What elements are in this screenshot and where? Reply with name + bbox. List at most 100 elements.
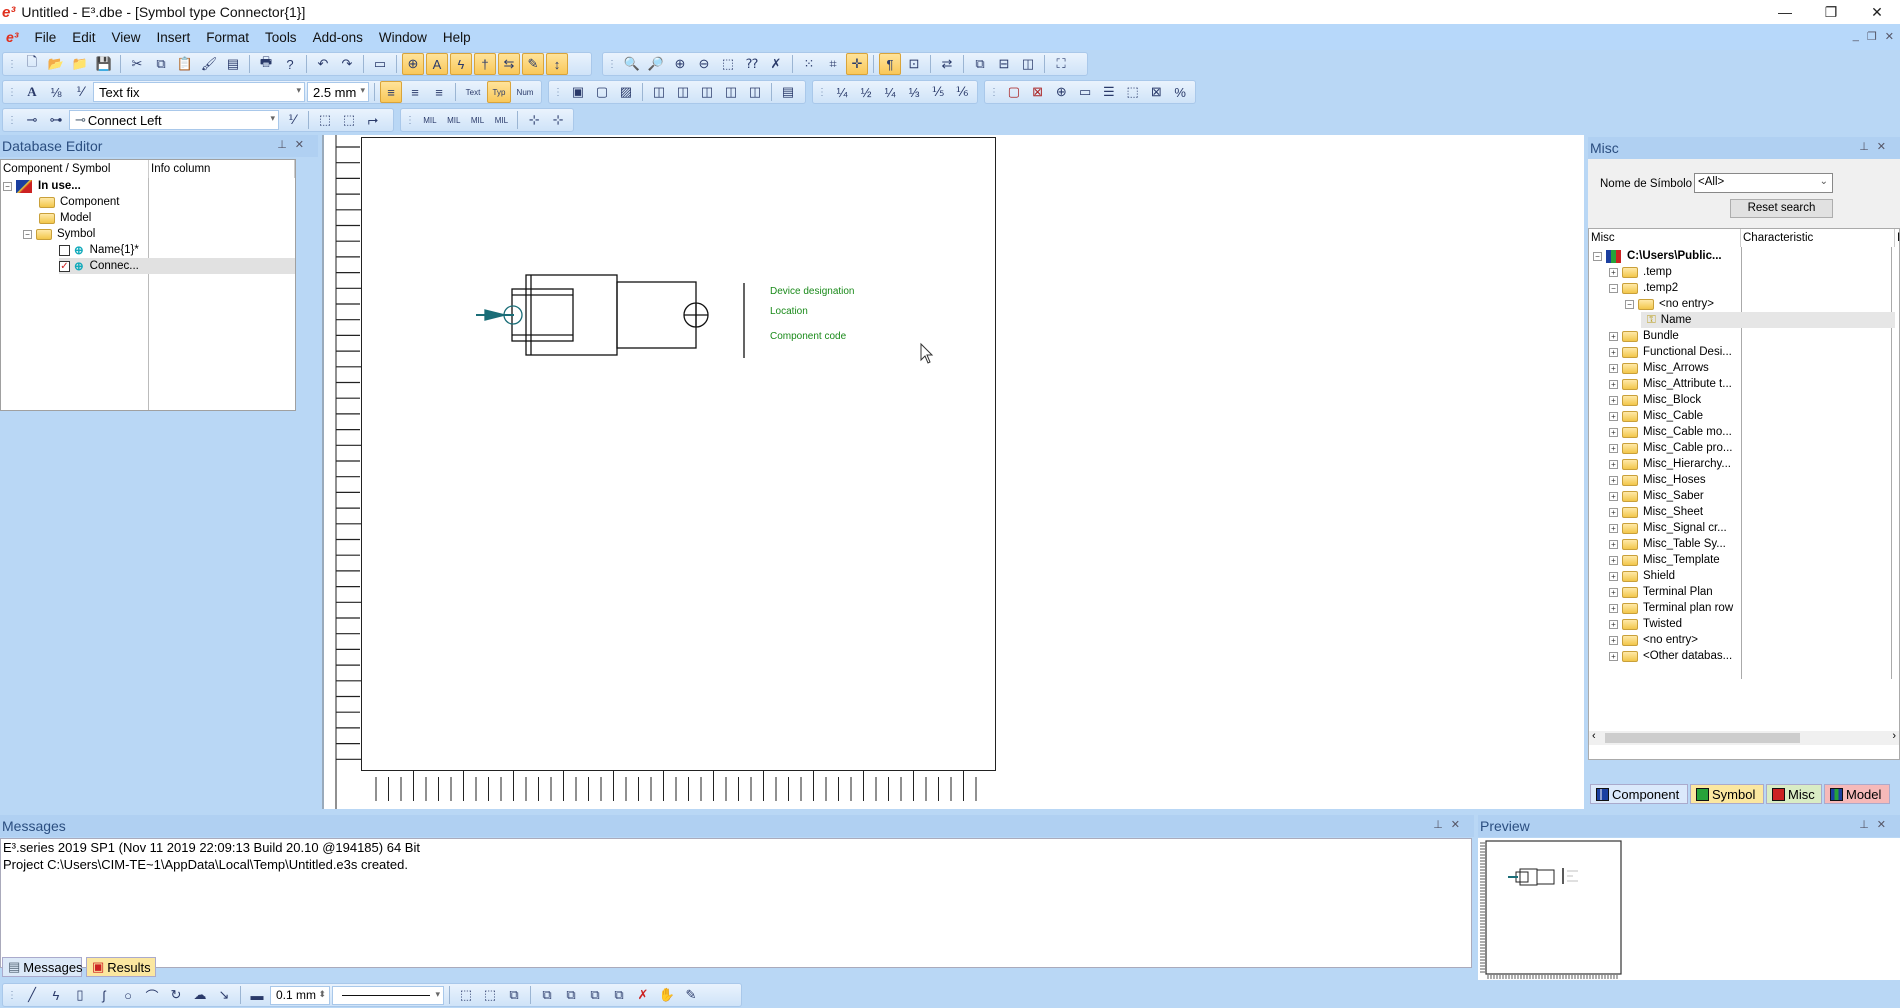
expand-icon[interactable]: + [1609,619,1618,629]
expand-icon[interactable]: + [1609,395,1618,405]
dimension-icon[interactable]: ↕ [546,53,568,75]
tree-item-component[interactable]: Component [39,194,119,210]
menu-window[interactable]: Window [371,30,435,45]
menu-file[interactable]: File [26,30,64,45]
pin-icon[interactable]: ⊸ [21,109,43,131]
tree-item[interactable]: + Misc_Table Sy... [1609,536,1726,552]
expand-icon[interactable]: + [1609,379,1618,389]
tree-item[interactable]: + Misc_Attribute t... [1609,376,1732,392]
fraction-3-icon[interactable]: ¼ [879,81,901,103]
line-style-select[interactable]: ▾ [332,985,444,1005]
tree-item[interactable]: + Misc_Cable mo... [1609,424,1732,440]
zoom-in-icon[interactable]: 🔍 [621,53,643,75]
paste-icon[interactable]: 📋 [174,53,196,75]
select-origin-icon[interactable]: ⮣ [362,109,384,131]
3d-box-5-icon[interactable]: ◫ [744,81,766,103]
curve-icon[interactable]: ʃ [93,984,115,1006]
polyline-icon[interactable]: ϟ [45,984,67,1006]
snap-icon[interactable]: ⌗ [822,53,844,75]
connector-pin-icon[interactable]: ⊕ [402,53,424,75]
tab-component[interactable]: Component [1590,784,1688,804]
tree-item-root[interactable]: − C:\Users\Public... [1593,248,1722,264]
zoom-fit-icon[interactable]: ⬚ [717,53,739,75]
restore-button[interactable]: ❐ [1808,0,1854,24]
frame-red-icon[interactable]: ▢ [1003,81,1025,103]
tree-item[interactable]: + Misc_Template [1609,552,1720,568]
window-icon[interactable]: ▭ [369,53,391,75]
lines-icon[interactable]: ☰ [1098,81,1120,103]
3d-box-1-icon[interactable]: ◫ [648,81,670,103]
tree-item[interactable]: + <no entry> [1609,632,1698,648]
send-back-icon[interactable]: ⧉ [560,984,582,1006]
tree-item[interactable]: + <Other databas... [1609,648,1732,664]
swap-icon[interactable]: ⇄ [936,53,958,75]
menu-edit[interactable]: Edit [64,30,103,45]
expand-icon[interactable]: + [1609,587,1618,597]
scroll-right-icon[interactable]: › [1892,730,1896,742]
mil-2-icon[interactable]: MIL [443,109,465,131]
symbol-sheet[interactable]: Device designation Location Component co… [361,137,996,771]
text-icon[interactable]: A [426,53,448,75]
tile-vertical-icon[interactable]: ◫ [1017,53,1039,75]
close-button[interactable]: ✕ [1854,0,1900,24]
mdi-restore-button[interactable]: ❐ [1867,30,1877,43]
align-left-icon[interactable]: ≡ [380,81,402,103]
connect-mode-select[interactable]: ⊸ Connect Left ▾ [69,110,279,130]
tree-item[interactable]: − .temp2 [1609,280,1678,296]
column-header[interactable]: Component / Symbol [1,160,149,178]
menu-addons[interactable]: Add-ons [305,30,371,45]
tree-item[interactable]: − <no entry> [1625,296,1714,312]
3d-box-3-icon[interactable]: ◫ [696,81,718,103]
tree-item[interactable]: + .temp [1609,264,1672,280]
redo-icon[interactable]: ↷ [336,53,358,75]
fraction-6-icon[interactable]: ⅙ [951,81,973,103]
menu-help[interactable]: Help [435,30,479,45]
tree-item-model[interactable]: Model [39,210,91,226]
pin-icon[interactable]: ⊥ [1433,819,1451,831]
tree-item[interactable]: + Twisted [1609,616,1682,632]
tree-item[interactable]: + Terminal plan row [1609,600,1733,616]
percent-icon[interactable]: % [1169,81,1191,103]
font-style-select[interactable]: Text fix ▾ [93,82,305,102]
column-header[interactable]: Characteristic [1741,229,1895,247]
window-frame-icon[interactable]: ▭ [1074,81,1096,103]
forward-icon[interactable]: ⧉ [584,984,606,1006]
group-icon[interactable]: ⬚ [455,984,477,1006]
tree-item[interactable]: + Misc_Arrows [1609,360,1709,376]
menu-tools[interactable]: Tools [257,30,305,45]
dashed-frame-icon[interactable]: ⬚ [1122,81,1144,103]
close-icon[interactable]: ✕ [1877,141,1894,153]
grid-icon[interactable]: ⁙ [798,53,820,75]
close-icon[interactable]: ✕ [1451,819,1468,831]
fraction-4-icon[interactable]: ⅓ [903,81,925,103]
checkbox[interactable] [59,244,70,256]
3d-box-4-icon[interactable]: ◫ [720,81,742,103]
tree-item[interactable]: ⚿ Name [1641,312,1895,328]
rectangle-icon[interactable]: ▯ [69,984,91,1006]
menu-view[interactable]: View [103,30,148,45]
collapse-icon[interactable]: − [1593,251,1602,261]
3d-box-2-icon[interactable]: ◫ [672,81,694,103]
minimize-button[interactable]: — [1762,0,1808,24]
fill-box-icon[interactable]: ▣ [567,81,589,103]
tree-item-symbol[interactable]: − Symbol [23,226,95,242]
document-logo-icon[interactable]: e³ [6,29,18,45]
print-icon[interactable]: 🖶 [255,53,277,75]
delete-graphic-icon[interactable]: ✗ [632,984,654,1006]
pin-icon[interactable]: ⊥ [1859,819,1877,831]
expand-icon[interactable]: + [1609,347,1618,357]
expand-icon[interactable]: + [1609,635,1618,645]
hatch-icon[interactable]: ▨ [615,81,637,103]
mil-4-icon[interactable]: MIL [490,109,512,131]
open-folder-icon[interactable]: 📁 [69,53,91,75]
ungroup-icon[interactable]: ⬚ [479,984,501,1006]
tree-item-name[interactable]: ⊕ Name{1}* [59,242,139,258]
collapse-icon[interactable]: − [3,181,12,191]
tree-item[interactable]: + Misc_Hierarchy... [1609,456,1731,472]
symbol-name-select[interactable]: <All> ⌄ [1694,173,1833,193]
arc-icon[interactable]: ⌒ [141,984,163,1006]
column-header[interactable]: Info column [149,160,295,178]
edit-icon[interactable]: ✎ [680,984,702,1006]
fraction-5-icon[interactable]: ⅕ [927,81,949,103]
zoom-plus-icon[interactable]: ⊕ [669,53,691,75]
